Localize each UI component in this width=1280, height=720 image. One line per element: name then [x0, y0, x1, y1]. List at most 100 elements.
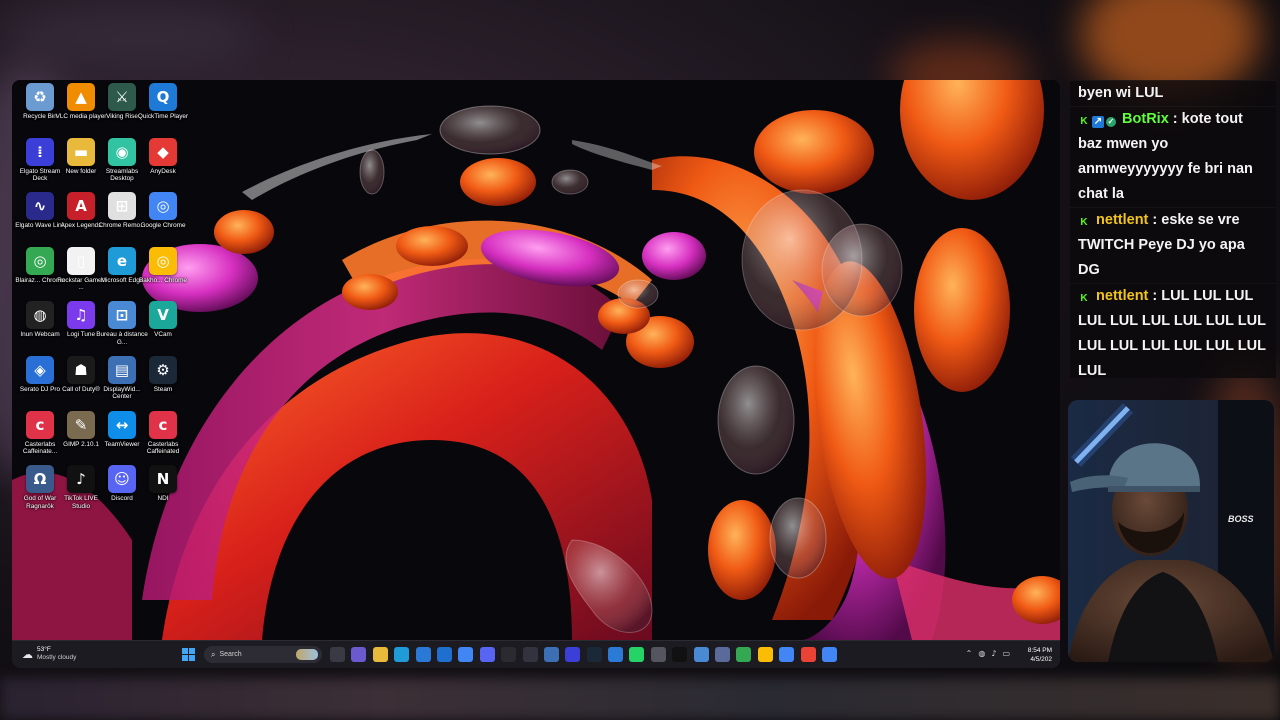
anydesk-icon: ◆	[149, 137, 177, 166]
chrome-icon[interactable]	[736, 647, 752, 662]
quicktime-icon: Q	[149, 83, 177, 111]
desktop-icon-label: Casterlabs Caffeinated	[146, 440, 180, 455]
discord-icon[interactable]	[479, 647, 495, 662]
desktop-icon-label: AnyDesk	[150, 167, 176, 175]
tiktok-icon: ♪	[67, 465, 95, 494]
chat-message-text: byen wi LUL	[1078, 85, 1164, 101]
search-icon: ⌕	[211, 649, 216, 659]
chat-separator: :	[1152, 212, 1158, 228]
vpn-icon[interactable]	[715, 647, 731, 662]
mail-icon[interactable]	[436, 647, 452, 662]
desktop-icon[interactable]: ◎ Bakho... Chrome	[137, 245, 189, 284]
search-placeholder: Search	[219, 651, 242, 658]
taskbar-search[interactable]: ⌕ Search	[204, 646, 322, 663]
display-widget-icon: ▤	[108, 356, 136, 384]
chat-message: K ↗ ✓ BotRix : kote tout baz mwen yo anmwe…	[1070, 106, 1276, 207]
remote-desktop-icon: ⊡	[108, 301, 136, 330]
desktop-icon[interactable]: ◎ Google Chrome	[137, 190, 189, 229]
battery-icon[interactable]: ▭	[1002, 649, 1010, 658]
serato-icon: ◈	[26, 356, 54, 384]
cloud-icon: ☁	[22, 648, 33, 661]
taskbar-apps	[330, 647, 837, 662]
steam-icon: ⚙	[149, 356, 177, 384]
steam-icon[interactable]	[586, 647, 602, 662]
chat-separator: :	[1152, 288, 1158, 304]
verified-badge-icon: ✓	[1106, 117, 1116, 127]
weather-description: Mostly cloudy	[37, 654, 77, 661]
chrome-icon[interactable]	[757, 647, 773, 662]
chat-message: byen wi LUL	[1070, 80, 1276, 106]
chrome-remote-icon: ⊞	[108, 192, 136, 221]
desktop-icon-label: NDI	[157, 495, 169, 503]
chrome-icon: ◎	[149, 246, 177, 275]
recycle-bin-icon: ♻	[26, 83, 54, 111]
teamviewer-icon: ↔	[108, 410, 136, 439]
chat-message: K nettlent : eske se vre TWITCH Peye DJ …	[1070, 207, 1276, 283]
desktop-icon-label: QuickTime Player	[137, 113, 189, 120]
call-of-duty-icon: ☗	[67, 356, 95, 384]
vcam-icon: V	[149, 301, 177, 330]
wave-link-icon: ∿	[26, 192, 54, 221]
desktop-icon-label: Steam	[153, 386, 173, 393]
arrow-icon[interactable]	[522, 647, 538, 662]
desktop-icon[interactable]: ◆ AnyDesk	[137, 136, 189, 175]
ndi-icon: N	[149, 465, 177, 494]
widgets-icon[interactable]	[351, 647, 367, 662]
store-icon[interactable]	[415, 647, 431, 662]
weather-widget[interactable]: ☁ 53°F Mostly cloudy	[22, 646, 76, 662]
desktop-icons: ♻ Recycle Bin ▲ VLC media player ⚔ Viking Ris…	[12, 80, 212, 640]
chat-username[interactable]: nettlent	[1096, 212, 1148, 228]
chrome-icon[interactable]	[779, 647, 795, 662]
clock-time: 8:54 PM	[1027, 647, 1052, 654]
desktop-capture: ♻ Recycle Bin ▲ VLC media player ⚔ Viking Ris…	[12, 80, 1060, 668]
chevron-up-icon[interactable]: ⌃	[966, 649, 973, 658]
shirt-text: BOSS	[1228, 514, 1254, 524]
desktop-icon-label: Bakho... Chrome	[139, 276, 187, 284]
tiktok-icon[interactable]	[672, 647, 688, 662]
obs-icon[interactable]	[501, 647, 517, 662]
file-explorer-icon[interactable]	[372, 647, 388, 662]
stream-deck-icon[interactable]	[565, 647, 581, 662]
task-view-icon[interactable]	[330, 647, 345, 662]
webcam-icon: ◍	[26, 301, 54, 330]
chrome-icon: ◎	[149, 192, 177, 221]
kick-badge-icon: K	[1080, 293, 1088, 304]
casterlabs-icon: c	[149, 410, 177, 439]
remote-desktop-icon[interactable]	[693, 647, 709, 662]
chrome-icon: ◎	[26, 246, 54, 275]
discord-icon: ☺	[108, 465, 136, 494]
desktop-icon[interactable]: V VCam	[137, 299, 189, 338]
display-icon[interactable]	[543, 647, 559, 662]
chat-username[interactable]: BotRix	[1122, 111, 1169, 127]
logi-tune-icon: ♫	[67, 301, 95, 330]
desktop-icon[interactable]: N NDI	[137, 463, 189, 502]
search-highlight-icon	[296, 649, 318, 660]
taskbar: ☁ 53°F Mostly cloudy ⌕ Search ⌃ ◍ ♪ ▭ 8:…	[12, 640, 1060, 668]
printer-icon[interactable]	[650, 647, 666, 662]
monitor-icon[interactable]	[608, 647, 624, 662]
chat-username[interactable]: nettlent	[1096, 288, 1148, 304]
chat-separator: :	[1172, 111, 1178, 127]
desktop-icon-label: VCam	[154, 331, 172, 339]
chrome-icon[interactable]	[800, 647, 816, 662]
viking-rise-icon: ⚔	[108, 83, 136, 111]
chrome-icon[interactable]	[821, 647, 837, 662]
chat-overlay: byen wi LUL K ↗ ✓ BotRix : kote tout baz m…	[1070, 80, 1276, 378]
desktop-icon[interactable]: Q QuickTime Player	[137, 81, 189, 120]
start-button[interactable]	[182, 648, 195, 661]
desktop-icon[interactable]: ⚙ Steam	[137, 354, 189, 393]
file-icon: ▯	[67, 246, 95, 275]
edge-icon[interactable]	[394, 647, 410, 662]
network-icon[interactable]: ◍	[978, 649, 985, 658]
casterlabs-icon: c	[26, 410, 54, 439]
desktop-icon[interactable]: c Casterlabs Caffeinated	[137, 409, 189, 456]
speaker-icon[interactable]: ♪	[991, 649, 996, 658]
chrome-icon[interactable]	[458, 647, 474, 662]
webcam-feed: BOSS	[1068, 400, 1274, 662]
taskbar-clock[interactable]: 8:54 PM 4/5/202	[1028, 646, 1052, 664]
chat-message: K nettlent : LUL LUL LUL LUL LUL LUL LUL…	[1070, 283, 1276, 378]
prime-badge-icon: ↗	[1092, 116, 1104, 128]
god-of-war-icon: Ω	[26, 465, 54, 494]
whatsapp-icon[interactable]	[629, 647, 645, 662]
clock-date: 4/5/202	[1030, 656, 1052, 663]
